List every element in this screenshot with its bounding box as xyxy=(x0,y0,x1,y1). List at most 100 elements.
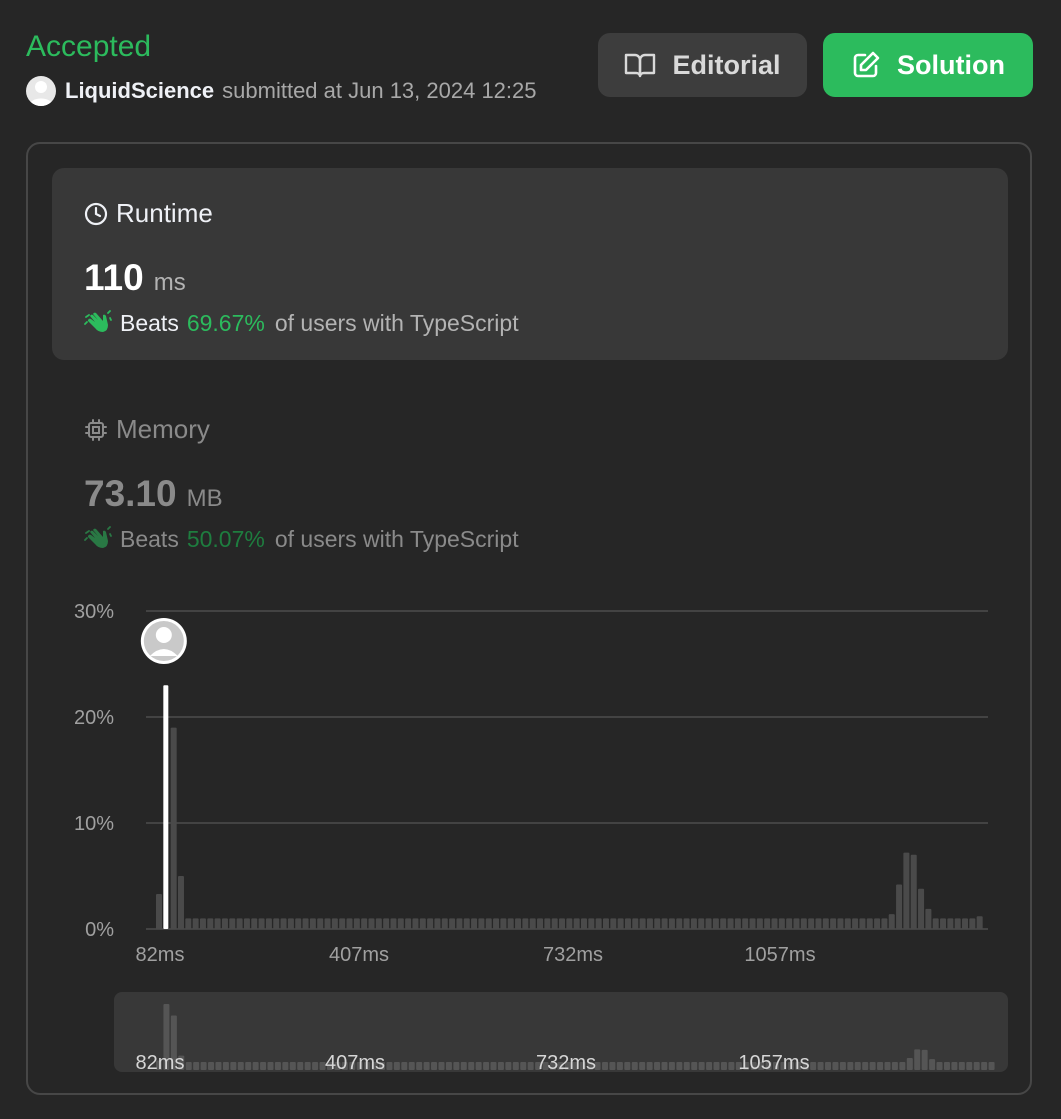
distribution-bar[interactable] xyxy=(559,918,566,929)
avatar[interactable] xyxy=(26,76,56,106)
distribution-bar[interactable] xyxy=(676,918,683,929)
distribution-bar[interactable] xyxy=(485,918,492,929)
distribution-bar[interactable] xyxy=(690,918,697,929)
distribution-bar[interactable] xyxy=(969,918,976,929)
distribution-bar[interactable] xyxy=(646,918,653,929)
distribution-bar[interactable] xyxy=(207,918,214,929)
distribution-bar[interactable] xyxy=(661,918,668,929)
distribution-bar[interactable] xyxy=(331,918,338,929)
distribution-bar[interactable] xyxy=(434,918,441,929)
distribution-bar[interactable] xyxy=(265,918,272,929)
distribution-bar[interactable] xyxy=(844,918,851,929)
distribution-bar[interactable] xyxy=(427,918,434,929)
distribution-bar[interactable] xyxy=(302,918,309,929)
distribution-bar[interactable] xyxy=(683,918,690,929)
distribution-bar[interactable] xyxy=(185,918,192,929)
distribution-bar[interactable] xyxy=(177,876,184,929)
user-avatar-marker[interactable] xyxy=(140,618,187,664)
distribution-bar[interactable] xyxy=(859,918,866,929)
distribution-bar[interactable] xyxy=(170,727,177,929)
distribution-bar[interactable] xyxy=(749,918,756,929)
distribution-bar[interactable] xyxy=(639,918,646,929)
distribution-bar[interactable] xyxy=(962,918,969,929)
user-runtime-bar[interactable] xyxy=(163,685,169,929)
distribution-bar[interactable] xyxy=(778,918,785,929)
distribution-bar[interactable] xyxy=(529,918,536,929)
distribution-bar[interactable] xyxy=(405,918,412,929)
distribution-bar[interactable] xyxy=(324,918,331,929)
distribution-bar[interactable] xyxy=(199,918,206,929)
distribution-bar[interactable] xyxy=(932,918,939,929)
distribution-bar[interactable] xyxy=(441,918,448,929)
distribution-bar[interactable] xyxy=(764,918,771,929)
distribution-bar[interactable] xyxy=(573,918,580,929)
distribution-bar[interactable] xyxy=(368,918,375,929)
distribution-bar[interactable] xyxy=(793,918,800,929)
distribution-bar[interactable] xyxy=(390,918,397,929)
distribution-bar[interactable] xyxy=(192,918,199,929)
distribution-bar[interactable] xyxy=(588,918,595,929)
distribution-bar[interactable] xyxy=(544,918,551,929)
distribution-bar[interactable] xyxy=(419,918,426,929)
memory-card[interactable]: Memory 73.10 MB Beats 50.07% of users wi… xyxy=(52,384,1008,576)
distribution-bar[interactable] xyxy=(229,918,236,929)
distribution-bar[interactable] xyxy=(280,918,287,929)
distribution-bar[interactable] xyxy=(346,918,353,929)
distribution-bar[interactable] xyxy=(837,918,844,929)
distribution-bar[interactable] xyxy=(698,918,705,929)
distribution-bar[interactable] xyxy=(976,916,983,929)
distribution-bar[interactable] xyxy=(317,918,324,929)
distribution-bar[interactable] xyxy=(866,918,873,929)
distribution-bar[interactable] xyxy=(214,918,221,929)
runtime-card[interactable]: Runtime 110 ms Beats 69.67% of users wit… xyxy=(52,168,1008,360)
distribution-bar[interactable] xyxy=(808,918,815,929)
distribution-bar[interactable] xyxy=(471,918,478,929)
distribution-bar[interactable] xyxy=(786,918,793,929)
distribution-bar[interactable] xyxy=(874,918,881,929)
distribution-bar[interactable] xyxy=(273,918,280,929)
distribution-bar[interactable] xyxy=(925,908,932,929)
distribution-bar[interactable] xyxy=(800,918,807,929)
distribution-bar[interactable] xyxy=(654,918,661,929)
distribution-bar[interactable] xyxy=(910,854,917,929)
distribution-bar[interactable] xyxy=(881,918,888,929)
distribution-bar[interactable] xyxy=(742,918,749,929)
distribution-bar[interactable] xyxy=(339,918,346,929)
distribution-bar[interactable] xyxy=(566,918,573,929)
distribution-bar[interactable] xyxy=(412,918,419,929)
chart-range-navigator[interactable]: 82ms 407ms 732ms 1057ms xyxy=(114,992,1008,1072)
distribution-bar[interactable] xyxy=(463,918,470,929)
distribution-bar[interactable] xyxy=(756,918,763,929)
distribution-bar[interactable] xyxy=(456,918,463,929)
distribution-bar[interactable] xyxy=(221,918,228,929)
distribution-bar[interactable] xyxy=(287,918,294,929)
distribution-bar[interactable] xyxy=(537,918,544,929)
distribution-bar[interactable] xyxy=(771,918,778,929)
distribution-bar[interactable] xyxy=(251,918,258,929)
distribution-bar[interactable] xyxy=(940,918,947,929)
distribution-bar[interactable] xyxy=(507,918,514,929)
editorial-button[interactable]: Editorial xyxy=(598,33,807,97)
distribution-bar[interactable] xyxy=(815,918,822,929)
distribution-bar[interactable] xyxy=(668,918,675,929)
distribution-bar[interactable] xyxy=(295,918,302,929)
distribution-bar[interactable] xyxy=(632,918,639,929)
distribution-bar[interactable] xyxy=(602,918,609,929)
distribution-bar[interactable] xyxy=(888,914,895,929)
distribution-bar[interactable] xyxy=(397,918,404,929)
distribution-bar[interactable] xyxy=(551,918,558,929)
distribution-bar[interactable] xyxy=(353,918,360,929)
distribution-bar[interactable] xyxy=(580,918,587,929)
distribution-bar[interactable] xyxy=(361,918,368,929)
distribution-bar[interactable] xyxy=(720,918,727,929)
distribution-bar[interactable] xyxy=(500,918,507,929)
distribution-bar[interactable] xyxy=(309,918,316,929)
runtime-distribution-chart[interactable]: 0% 10% 20% 30% 82ms 407ms 732ms 1057ms xyxy=(28,584,1034,964)
distribution-bar[interactable] xyxy=(595,918,602,929)
distribution-bar[interactable] xyxy=(258,918,265,929)
distribution-bar[interactable] xyxy=(610,918,617,929)
distribution-bar[interactable] xyxy=(522,918,529,929)
distribution-bar[interactable] xyxy=(375,918,382,929)
navigator-chart[interactable]: 82ms 407ms 732ms 1057ms xyxy=(114,992,1008,1072)
distribution-bar[interactable] xyxy=(449,918,456,929)
